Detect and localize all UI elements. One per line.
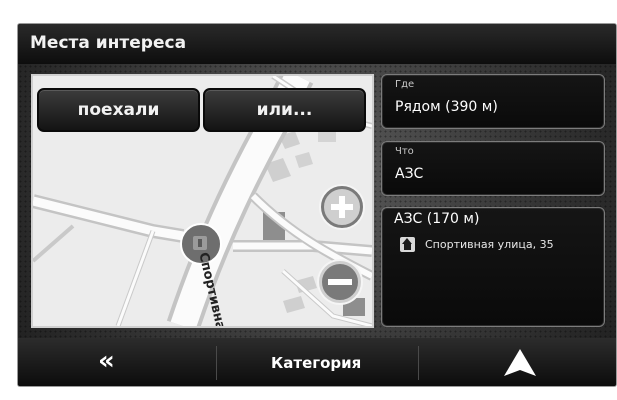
title-bar: Места интереса: [18, 24, 616, 64]
result-address-row: Спортивная улица, 35: [400, 237, 554, 252]
divider: [216, 346, 217, 380]
navigation-arrow-icon[interactable]: [504, 349, 536, 376]
home-icon: [400, 237, 415, 252]
go-button[interactable]: поехали: [37, 88, 200, 132]
zoom-out-icon[interactable]: [319, 261, 361, 303]
category-button[interactable]: Категория: [271, 354, 361, 372]
what-field[interactable]: Что АЗС: [381, 141, 605, 196]
result-title: АЗС (170 м): [394, 211, 480, 227]
result-card[interactable]: АЗС (170 м) Спортивная улица, 35: [381, 207, 605, 327]
double-chevron-left-icon[interactable]: «: [98, 346, 115, 376]
what-value: АЗС: [395, 166, 424, 182]
zoom-in-icon[interactable]: [321, 186, 363, 228]
or-button[interactable]: или...: [203, 88, 366, 132]
page-title: Места интереса: [30, 33, 187, 53]
where-value: Рядом (390 м): [395, 99, 498, 115]
divider: [418, 346, 419, 380]
where-label: Где: [395, 79, 415, 90]
app-window: Места интереса поехали или... Спортивна …: [18, 24, 616, 386]
content-area: поехали или... Спортивна Где Рядом (390 …: [18, 64, 616, 338]
result-address: Спортивная улица, 35: [425, 238, 554, 251]
map-view[interactable]: поехали или... Спортивна: [31, 74, 374, 328]
where-field[interactable]: Где Рядом (390 м): [381, 74, 605, 129]
bottom-bar: « Категория: [18, 338, 616, 386]
what-label: Что: [395, 146, 414, 157]
